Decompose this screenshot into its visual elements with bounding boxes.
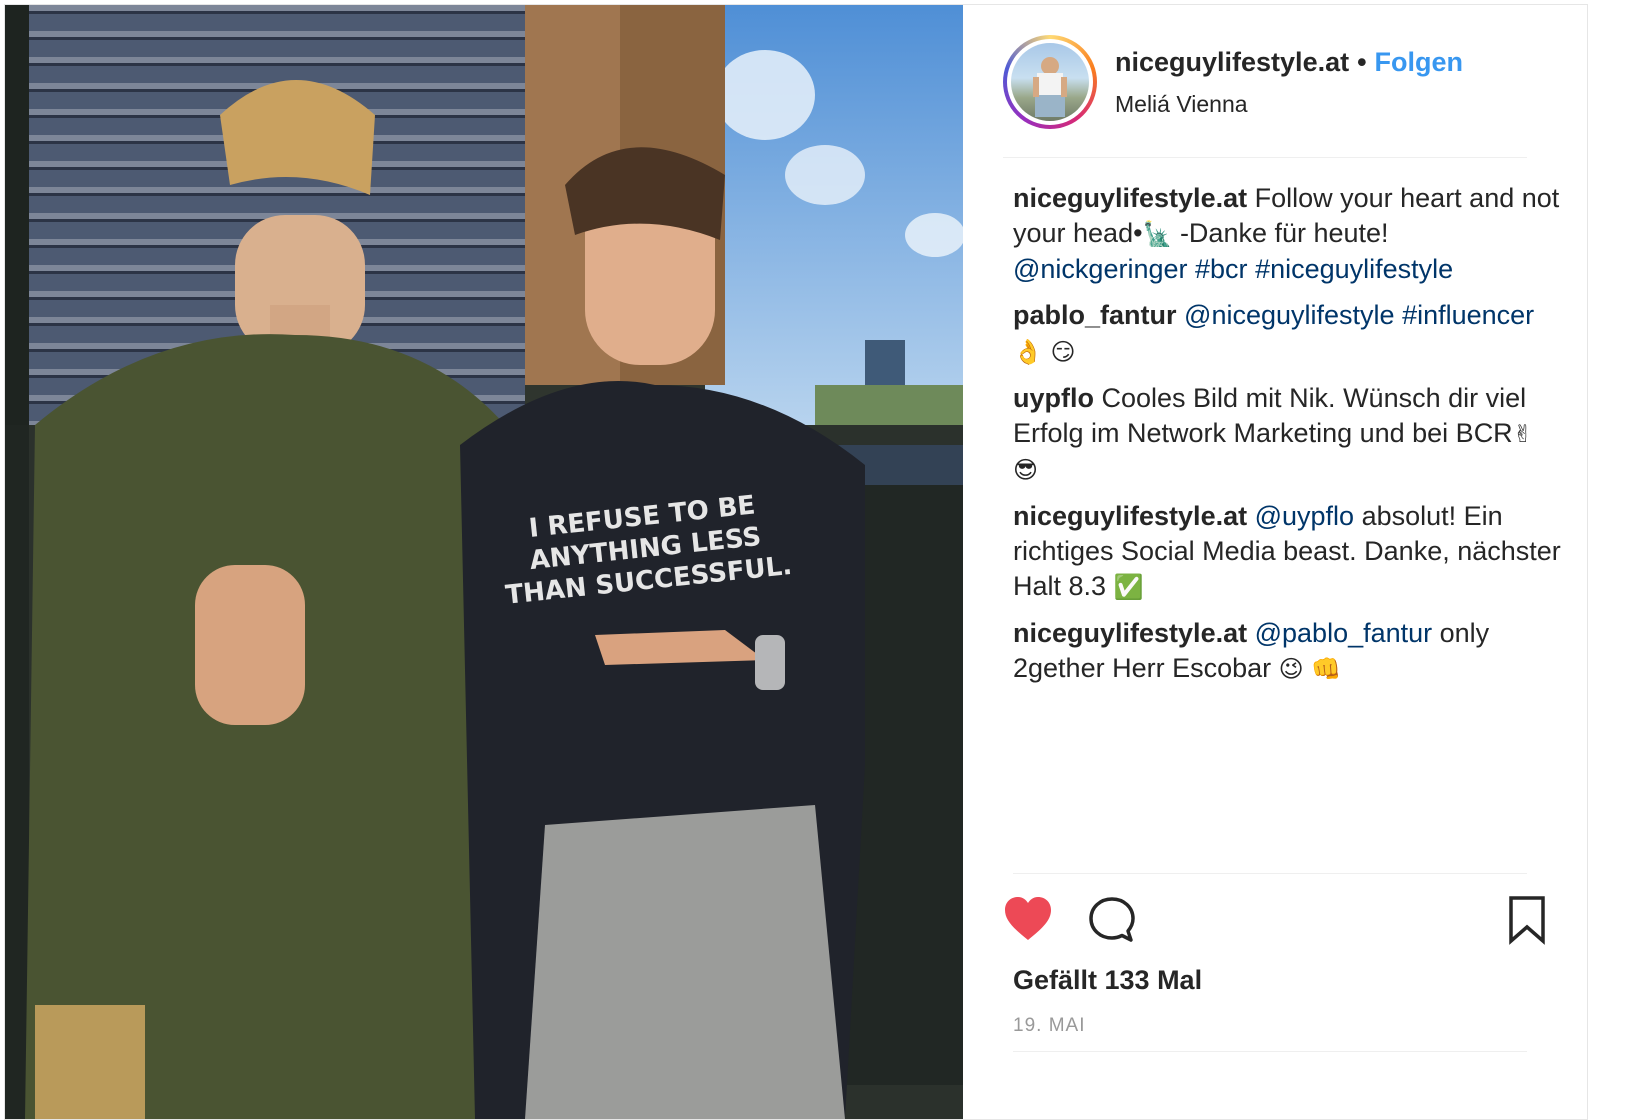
comment-username[interactable]: niceguylifestyle.at bbox=[1013, 618, 1247, 648]
comment-username[interactable]: uypflo bbox=[1013, 383, 1094, 413]
header-location[interactable]: Meliá Vienna bbox=[1115, 91, 1248, 118]
comment-item: uypflo Cooles Bild mit Nik. Wünsch dir v… bbox=[1013, 381, 1563, 488]
emoji: ✌ bbox=[1512, 420, 1533, 448]
comment-item: niceguylifestyle.at Follow your heart an… bbox=[1013, 181, 1563, 287]
comment-item: pablo_fantur @niceguylifestyle #influenc… bbox=[1013, 298, 1563, 370]
emoji: 😉 👊 bbox=[1278, 655, 1342, 683]
header-user-line: niceguylifestyle.at • Folgen bbox=[1115, 47, 1463, 78]
post-sidebar: niceguylifestyle.at • Folgen Meliá Vienna … bbox=[963, 5, 1587, 1119]
save-button[interactable] bbox=[1507, 895, 1547, 950]
post-header: niceguylifestyle.at • Folgen Meliá Vienna bbox=[1003, 35, 1547, 135]
comment-username[interactable]: niceguylifestyle.at bbox=[1013, 183, 1247, 213]
comment-username[interactable]: pablo_fantur bbox=[1013, 300, 1177, 330]
mention-link[interactable]: @uypflo bbox=[1255, 501, 1354, 531]
comment-item: niceguylifestyle.at @pablo_fantur only 2… bbox=[1013, 616, 1563, 687]
action-bar bbox=[1003, 895, 1545, 955]
post-card: I REFUSE TO BE ANYTHING LESS THAN SUCCES… bbox=[4, 4, 1588, 1120]
comment-text bbox=[1247, 618, 1255, 648]
emoji: 😎 bbox=[1013, 456, 1039, 484]
comment-item: niceguylifestyle.at @uypflo absolut! Ein… bbox=[1013, 499, 1563, 605]
emoji: 🗽 bbox=[1142, 220, 1173, 248]
mention-link[interactable]: @nickgeringer bbox=[1013, 254, 1188, 284]
post-photo[interactable]: I REFUSE TO BE ANYTHING LESS THAN SUCCES… bbox=[5, 5, 963, 1119]
likes-count[interactable]: Gefällt 133 Mal bbox=[1013, 965, 1202, 996]
header-separator: • bbox=[1357, 47, 1367, 77]
hashtag-link[interactable]: #influencer bbox=[1402, 300, 1534, 330]
like-button[interactable] bbox=[1003, 895, 1053, 948]
comment-text bbox=[1248, 254, 1256, 284]
comment-text bbox=[1247, 501, 1255, 531]
emoji: ✅ bbox=[1113, 573, 1144, 601]
bookmark-icon bbox=[1509, 896, 1545, 945]
comment-text: -Danke für heute! bbox=[1172, 218, 1389, 248]
avatar-image bbox=[1011, 43, 1089, 121]
speech-bubble-icon bbox=[1089, 897, 1135, 942]
header-username[interactable]: niceguylifestyle.at bbox=[1115, 47, 1349, 77]
divider bbox=[1013, 1051, 1527, 1052]
divider bbox=[1003, 157, 1527, 158]
comments-list: niceguylifestyle.at Follow your heart an… bbox=[1013, 181, 1563, 698]
post-photo-illustration: I REFUSE TO BE ANYTHING LESS THAN SUCCES… bbox=[5, 5, 963, 1119]
comment-button[interactable] bbox=[1087, 895, 1137, 950]
hashtag-link[interactable]: #bcr bbox=[1195, 254, 1248, 284]
hashtag-link[interactable]: #niceguylifestyle bbox=[1255, 254, 1453, 284]
avatar[interactable] bbox=[1003, 35, 1097, 129]
comment-text bbox=[1188, 254, 1196, 284]
mention-link[interactable]: @niceguylifestyle bbox=[1184, 300, 1395, 330]
comment-text bbox=[1395, 300, 1403, 330]
emoji: 👌 😏 bbox=[1013, 338, 1076, 366]
comment-text bbox=[1177, 300, 1185, 330]
comment-username[interactable]: niceguylifestyle.at bbox=[1013, 501, 1247, 531]
follow-button[interactable]: Folgen bbox=[1375, 47, 1464, 77]
mention-link[interactable]: @pablo_fantur bbox=[1255, 618, 1433, 648]
heart-filled-icon bbox=[1005, 897, 1051, 940]
post-date[interactable]: 19. MAI bbox=[1013, 1015, 1085, 1037]
divider bbox=[1013, 873, 1527, 874]
